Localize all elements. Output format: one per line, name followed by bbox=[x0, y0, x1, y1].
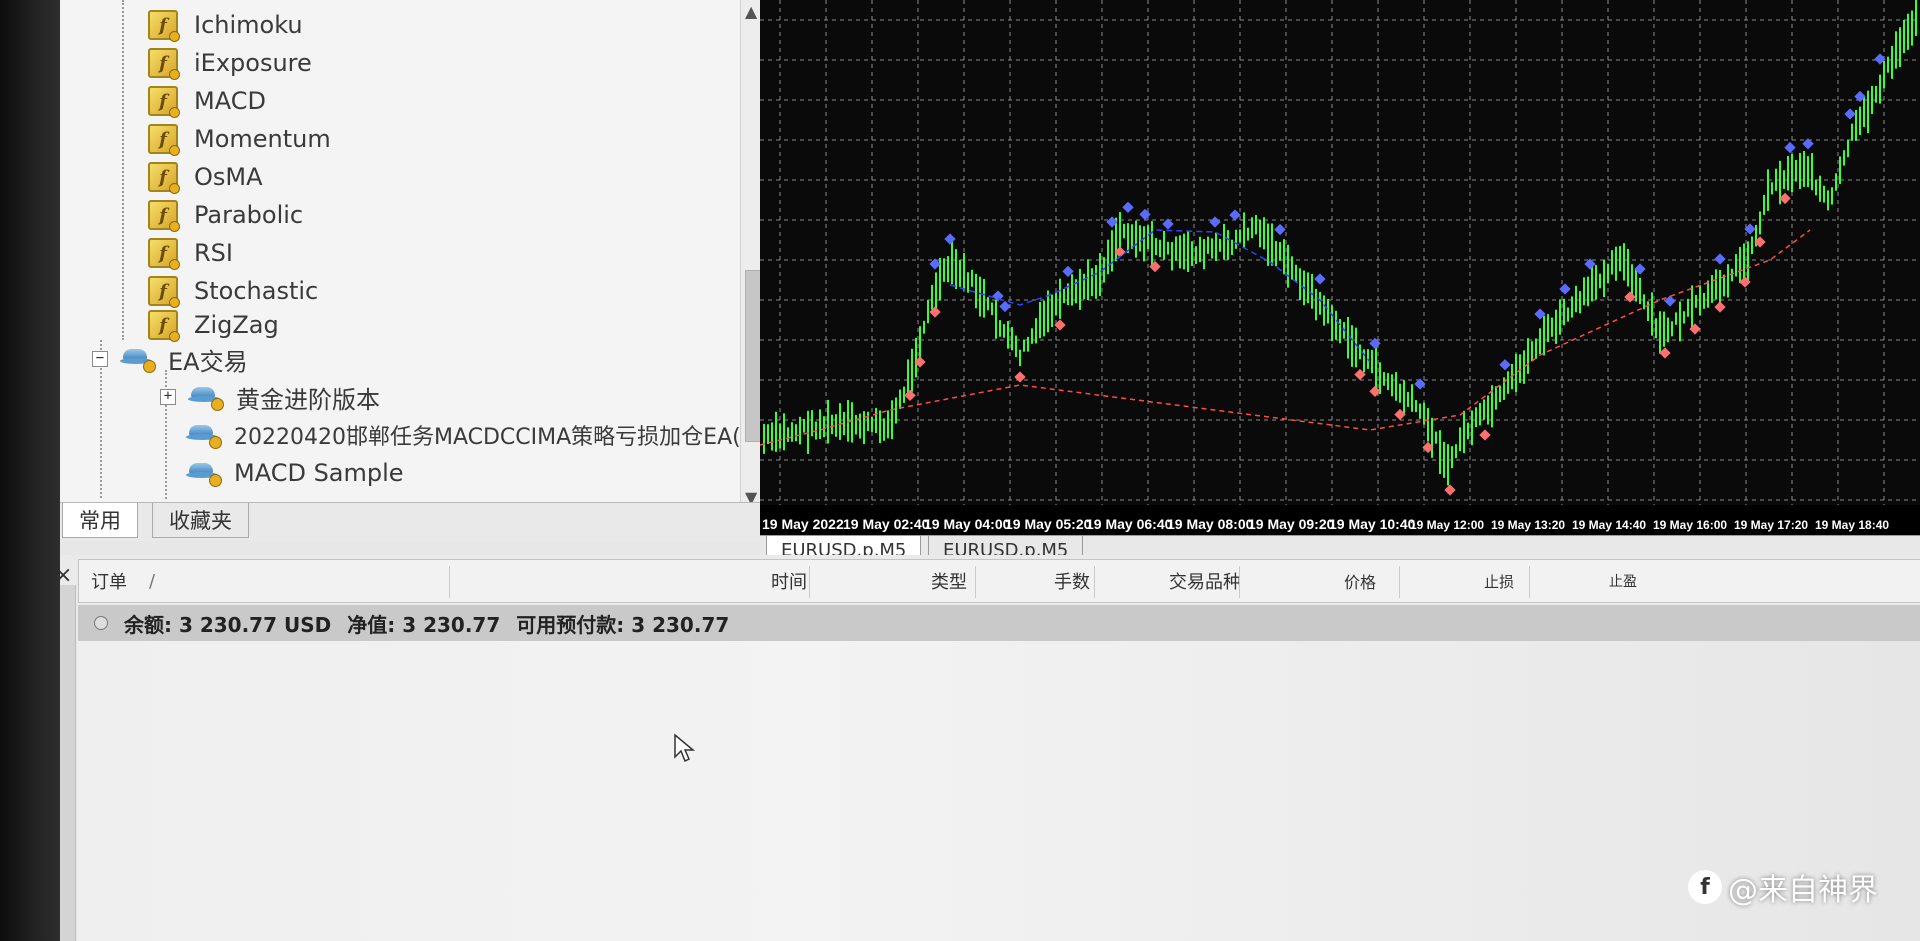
time-axis-label: 19 May 17:20 bbox=[1734, 518, 1808, 532]
price-chart[interactable]: 19 May 2022 19 May 02:40 19 May 04:00 19 Ma… bbox=[760, 0, 1920, 545]
time-axis-label: 19 May 14:40 bbox=[1572, 518, 1646, 532]
column-divider bbox=[809, 566, 810, 598]
time-axis-label: 19 May 08:00 bbox=[1167, 516, 1254, 532]
indicator-label: OsMA bbox=[194, 163, 263, 191]
column-divider bbox=[975, 566, 976, 598]
monitor-bezel bbox=[0, 0, 60, 941]
time-axis-label: 19 May 05:20 bbox=[1005, 516, 1092, 532]
expert-advisor-icon bbox=[188, 385, 224, 411]
ea-group[interactable]: − EA交易 bbox=[92, 342, 248, 376]
indicator-icon: f bbox=[148, 238, 180, 270]
ea-item[interactable]: MACD Sample bbox=[186, 456, 404, 490]
expert-advisor-icon bbox=[120, 347, 156, 373]
collapse-toggle[interactable]: − bbox=[92, 351, 108, 367]
indicator-item[interactable]: f iExposure bbox=[148, 46, 312, 80]
tab-common[interactable]: 常用 bbox=[62, 503, 138, 538]
time-axis-label: 19 May 12:00 bbox=[1410, 518, 1484, 532]
balance-text: 余额: 3 230.77 USD bbox=[124, 612, 332, 637]
column-divider bbox=[449, 566, 450, 598]
ea-label: MACD Sample bbox=[234, 459, 404, 487]
indicator-item[interactable]: f Momentum bbox=[148, 122, 331, 156]
ea-label: 20220420邯郸任务MACDCCIMA策略亏损加仓EA(1) bbox=[234, 425, 740, 450]
watermark-text: @来自神界 bbox=[1728, 873, 1878, 908]
indicator-item[interactable]: f Ichimoku bbox=[148, 8, 303, 42]
ea-group-label: EA交易 bbox=[168, 347, 248, 376]
terminal-panel: × 订单 / 时间 类型 手数 交易品种 价格 止损 止盈 余额: 3 230.… bbox=[60, 555, 1920, 941]
indicator-item[interactable]: f OsMA bbox=[148, 160, 263, 194]
sort-indicator-icon: / bbox=[149, 570, 156, 592]
indicator-label: Momentum bbox=[194, 125, 331, 153]
col-price[interactable]: 价格 bbox=[1344, 560, 1376, 602]
indicator-item[interactable]: f ZigZag bbox=[148, 308, 279, 342]
indicator-icon: f bbox=[148, 200, 180, 232]
col-type[interactable]: 类型 bbox=[931, 560, 967, 602]
indicator-item[interactable]: f MACD bbox=[148, 84, 266, 118]
chart-canvas: 19 May 2022 19 May 02:4019 May 04:0019 Ma… bbox=[760, 0, 1920, 545]
orders-table-header: 订单 / 时间 类型 手数 交易品种 价格 止损 止盈 bbox=[78, 559, 1920, 603]
navigator-tabs: 常用 收藏夹 bbox=[60, 502, 780, 541]
indicator-label: iExposure bbox=[194, 49, 312, 77]
indicator-item[interactable]: f Stochastic bbox=[148, 274, 318, 308]
status-dot-icon bbox=[94, 616, 108, 630]
watermark-logo-icon: f bbox=[1688, 870, 1722, 904]
indicator-icon: f bbox=[148, 124, 180, 156]
expert-advisor-icon bbox=[186, 423, 222, 449]
watermark: f @来自神界 bbox=[1688, 865, 1878, 909]
indicator-label: Parabolic bbox=[194, 201, 304, 229]
orders-list[interactable] bbox=[78, 641, 1920, 941]
column-divider bbox=[1529, 566, 1530, 598]
indicator-icon: f bbox=[148, 276, 180, 308]
mt4-window: f Ichimoku f iExposure f MACD f Momentum… bbox=[60, 0, 1920, 941]
tree-connector bbox=[122, 0, 124, 340]
indicator-label: Ichimoku bbox=[194, 11, 303, 39]
col-lots[interactable]: 手数 bbox=[1054, 560, 1090, 602]
close-icon[interactable]: × bbox=[60, 563, 72, 588]
indicator-label: MACD bbox=[194, 87, 266, 115]
indicator-label: Stochastic bbox=[194, 277, 319, 305]
mouse-cursor-icon bbox=[674, 733, 696, 763]
col-take-profit[interactable]: 止盈 bbox=[1609, 560, 1637, 602]
equity-text: 净值: 3 230.77 bbox=[347, 612, 501, 637]
time-axis-label: 19 May 13:20 bbox=[1491, 518, 1565, 532]
time-axis-label: 19 May 10:40 bbox=[1329, 516, 1416, 532]
indicator-label: RSI bbox=[194, 239, 233, 267]
indicator-item[interactable]: f RSI bbox=[148, 236, 233, 270]
navigator-panel: f Ichimoku f iExposure f MACD f Momentum… bbox=[60, 0, 782, 541]
col-symbol[interactable]: 交易品种 bbox=[1169, 560, 1241, 602]
tab-favorites[interactable]: 收藏夹 bbox=[152, 503, 249, 538]
column-divider bbox=[1094, 566, 1095, 598]
time-axis-label: 19 May 18:40 bbox=[1815, 518, 1889, 532]
balance-row: 余额: 3 230.77 USD 净值: 3 230.77 可用预付款: 3 2… bbox=[78, 605, 1920, 641]
ea-item[interactable]: + 黄金进阶版本 bbox=[160, 380, 380, 414]
free-margin-text: 可用预付款: 3 230.77 bbox=[516, 612, 730, 637]
col-order[interactable]: 订单 / bbox=[91, 560, 155, 602]
ea-label: 黄金进阶版本 bbox=[236, 385, 380, 414]
column-divider bbox=[1399, 566, 1400, 598]
indicator-icon: f bbox=[148, 48, 180, 80]
time-axis-label: 19 May 2022 bbox=[762, 516, 844, 532]
time-axis-label: 19 May 02:40 bbox=[843, 516, 930, 532]
scroll-up-icon[interactable]: ▲ bbox=[745, 2, 757, 21]
navigator-tree: f Ichimoku f iExposure f MACD f Momentum… bbox=[60, 0, 740, 500]
time-axis-label: 19 May 06:40 bbox=[1086, 516, 1173, 532]
indicator-icon: f bbox=[148, 162, 180, 194]
time-axis-label: 19 May 16:00 bbox=[1653, 518, 1727, 532]
expert-advisor-icon bbox=[186, 461, 222, 487]
ea-item[interactable]: 20220420邯郸任务MACDCCIMA策略亏损加仓EA(1) bbox=[186, 418, 740, 452]
indicator-item[interactable]: f Parabolic bbox=[148, 198, 303, 232]
indicator-icon: f bbox=[148, 10, 180, 42]
time-axis-label: 19 May 09:20 bbox=[1248, 516, 1335, 532]
time-axis-label: 19 May 04:00 bbox=[924, 516, 1011, 532]
indicator-icon: f bbox=[148, 310, 180, 342]
expand-toggle[interactable]: + bbox=[160, 389, 176, 405]
column-divider bbox=[1239, 566, 1240, 598]
indicator-label: ZigZag bbox=[194, 311, 279, 339]
col-stop-loss[interactable]: 止损 bbox=[1484, 560, 1514, 602]
terminal-side-strip bbox=[60, 585, 76, 941]
indicator-icon: f bbox=[148, 86, 180, 118]
col-time[interactable]: 时间 bbox=[771, 560, 807, 602]
